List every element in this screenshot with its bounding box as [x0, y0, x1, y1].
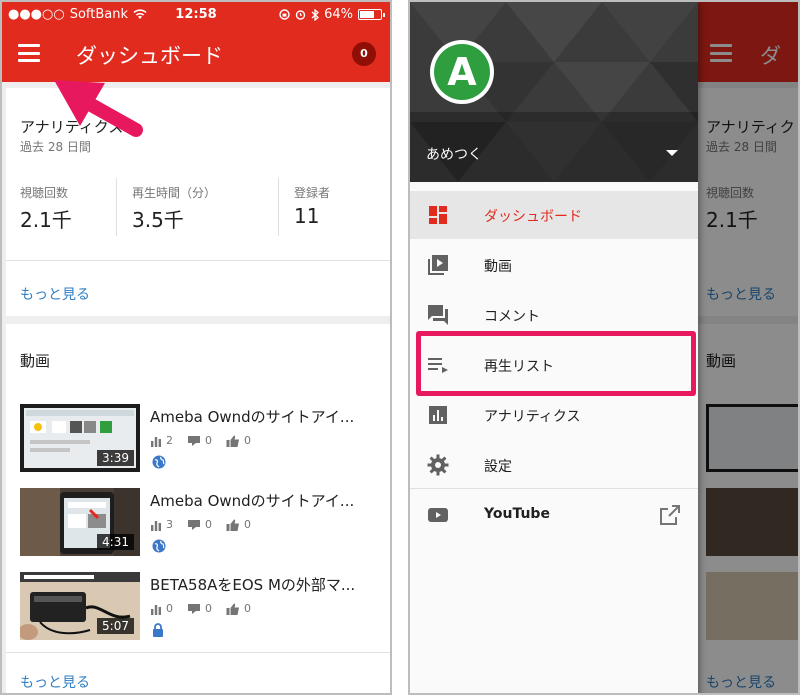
nav-label: 再生リスト	[484, 359, 554, 375]
avatar-letter: A	[434, 44, 490, 100]
account-name: あめつく	[426, 147, 482, 163]
nav-item-playlists[interactable]: 再生リスト	[410, 341, 698, 389]
analytics-icon	[429, 406, 447, 424]
nav-label: YouTube	[484, 506, 550, 522]
annotation-arrow	[54, 80, 143, 137]
nav-item-youtube[interactable]: YouTube	[410, 491, 698, 539]
drawer-scrim[interactable]	[698, 2, 798, 693]
external-link-icon	[660, 505, 680, 525]
playlist-icon	[428, 358, 448, 373]
nav-item-comments[interactable]: コメント	[410, 291, 698, 339]
nav-item-analytics[interactable]: アナリティクス	[410, 391, 698, 439]
nav-label: アナリティクス	[484, 409, 581, 425]
dashboard-icon	[429, 206, 447, 224]
drawer-header: A あめつく	[410, 2, 698, 182]
nav-label: コメント	[484, 309, 540, 325]
right-screen-drawer: ダ アナリティク 過去 28 日間 視聴回数 2.1千 もっと見る 動画 もっと…	[408, 0, 800, 695]
left-screen-dashboard: ●●●○○ SoftBank 12:58 64% ダッシュボード 0 アナリティ…	[0, 0, 392, 695]
navigation-drawer: A あめつく ダッシュボード 動画 コメント 再生リスト アナリティクス 設定	[410, 2, 698, 693]
nav-label: ダッシュボード	[484, 209, 582, 225]
avatar[interactable]: A	[430, 40, 494, 104]
drawer-divider	[410, 488, 698, 489]
nav-label: 動画	[484, 259, 512, 275]
nav-label: 設定	[484, 459, 512, 475]
gear-icon	[427, 454, 449, 476]
nav-item-videos[interactable]: 動画	[410, 241, 698, 289]
youtube-icon	[428, 508, 448, 522]
video-library-icon	[428, 255, 448, 275]
nav-item-dashboard[interactable]: ダッシュボード	[410, 191, 698, 239]
caret-down-icon[interactable]	[666, 150, 678, 156]
comment-icon	[428, 305, 448, 325]
nav-item-settings[interactable]: 設定	[410, 441, 698, 489]
